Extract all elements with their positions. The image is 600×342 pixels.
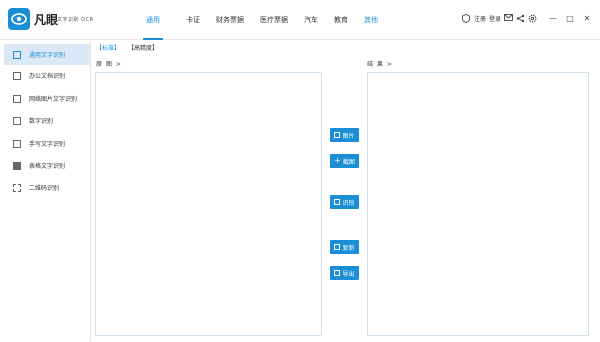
sidebar-item-number[interactable]: 数字识别 — [4, 110, 90, 131]
register-link[interactable]: 注册 — [474, 14, 486, 23]
image-icon — [334, 132, 341, 138]
result-label: 结 果 > — [367, 61, 393, 68]
share-icon[interactable] — [516, 14, 525, 23]
image-button-label: 图片 — [342, 132, 355, 140]
sidebar-item-table[interactable]: 表格文字识别 — [4, 155, 90, 176]
copy-button[interactable]: 复制 — [330, 240, 359, 254]
tab-high-precision[interactable]: 【高精度】 — [128, 43, 158, 52]
screenshot-button-label: 截图 — [342, 158, 355, 166]
nav-tab-auto[interactable]: 汽车 — [298, 0, 324, 40]
sidebar-item-office-doc[interactable]: 办公文档识别 — [4, 65, 90, 86]
document-icon — [13, 71, 21, 80]
sidebar-item-label: 通用文字识别 — [29, 52, 66, 59]
web-image-icon — [13, 94, 21, 103]
header-controls: 注册 登录 — □ ✕ — [462, 14, 594, 23]
precision-tabs: 【标准】 【高精度】 — [96, 43, 158, 52]
top-nav: 通用 卡证 财务票据 医疗票据 汽车 教育 其他 — [140, 0, 384, 40]
app-subtitle: 文字识别 OCR — [57, 17, 94, 23]
handwriting-icon — [13, 139, 21, 148]
copy-icon — [334, 244, 341, 250]
qrcode-icon — [13, 183, 21, 192]
sidebar-item-label: 表格文字识别 — [29, 163, 66, 170]
mail-icon[interactable] — [504, 14, 513, 23]
table-icon — [13, 161, 21, 170]
login-link[interactable]: 登录 — [489, 14, 501, 23]
export-icon — [334, 270, 341, 276]
sidebar-item-general-text[interactable]: 通用文字识别 — [4, 44, 90, 65]
sidebar-item-label: 数字识别 — [29, 118, 54, 125]
number-icon — [13, 116, 21, 125]
scan-icon — [334, 199, 341, 205]
sidebar-item-handwriting[interactable]: 手写文字识别 — [4, 133, 90, 154]
nav-tab-medical-receipts[interactable]: 医疗票据 — [254, 0, 294, 40]
shield-icon — [462, 14, 471, 23]
maximize-button[interactable]: □ — [563, 14, 577, 23]
recognize-button-label: 识别 — [342, 199, 355, 207]
result-text-panel[interactable] — [367, 72, 589, 336]
tab-standard[interactable]: 【标准】 — [96, 43, 120, 52]
minimize-button[interactable]: — — [546, 14, 560, 23]
sidebar-item-web-image[interactable]: 网络图片文字识别 — [4, 88, 90, 109]
screenshot-button[interactable]: + 截图 — [330, 154, 359, 168]
sidebar-item-label: 办公文档识别 — [29, 73, 66, 80]
source-image-label: 原 图 > — [96, 61, 122, 68]
recognize-button[interactable]: 识别 — [330, 195, 359, 209]
copy-button-label: 复制 — [342, 244, 355, 252]
settings-icon[interactable] — [528, 14, 537, 23]
nav-tab-finance-receipts[interactable]: 财务票据 — [210, 0, 250, 40]
sidebar-item-label: 网络图片文字识别 — [29, 96, 78, 103]
crop-icon: + — [334, 156, 341, 165]
nav-tab-general[interactable]: 通用 — [140, 0, 166, 40]
app-name: 凡眼 — [34, 13, 59, 27]
nav-tab-other[interactable]: 其他 — [358, 0, 384, 40]
sidebar-item-label: 二维码识别 — [29, 185, 60, 192]
sidebar: 通用文字识别 办公文档识别 网络图片文字识别 数字识别 手写文字识别 表格文字识… — [0, 40, 91, 342]
sidebar-item-label: 手写文字识别 — [29, 141, 66, 148]
eye-logo-icon — [8, 8, 30, 30]
nav-tab-education[interactable]: 教育 — [328, 0, 354, 40]
export-button[interactable]: 导出 — [330, 266, 359, 280]
text-recognition-icon — [13, 50, 21, 59]
export-button-label: 导出 — [342, 270, 355, 278]
sidebar-item-qrcode[interactable]: 二维码识别 — [4, 177, 90, 198]
source-image-panel[interactable] — [95, 72, 322, 336]
nav-tab-cards[interactable]: 卡证 — [180, 0, 206, 40]
close-button[interactable]: ✕ — [580, 14, 594, 23]
title-bar: 凡眼 文字识别 OCR 通用 卡证 财务票据 医疗票据 汽车 教育 其他 注册 … — [0, 0, 600, 40]
image-button[interactable]: 图片 — [330, 128, 359, 142]
